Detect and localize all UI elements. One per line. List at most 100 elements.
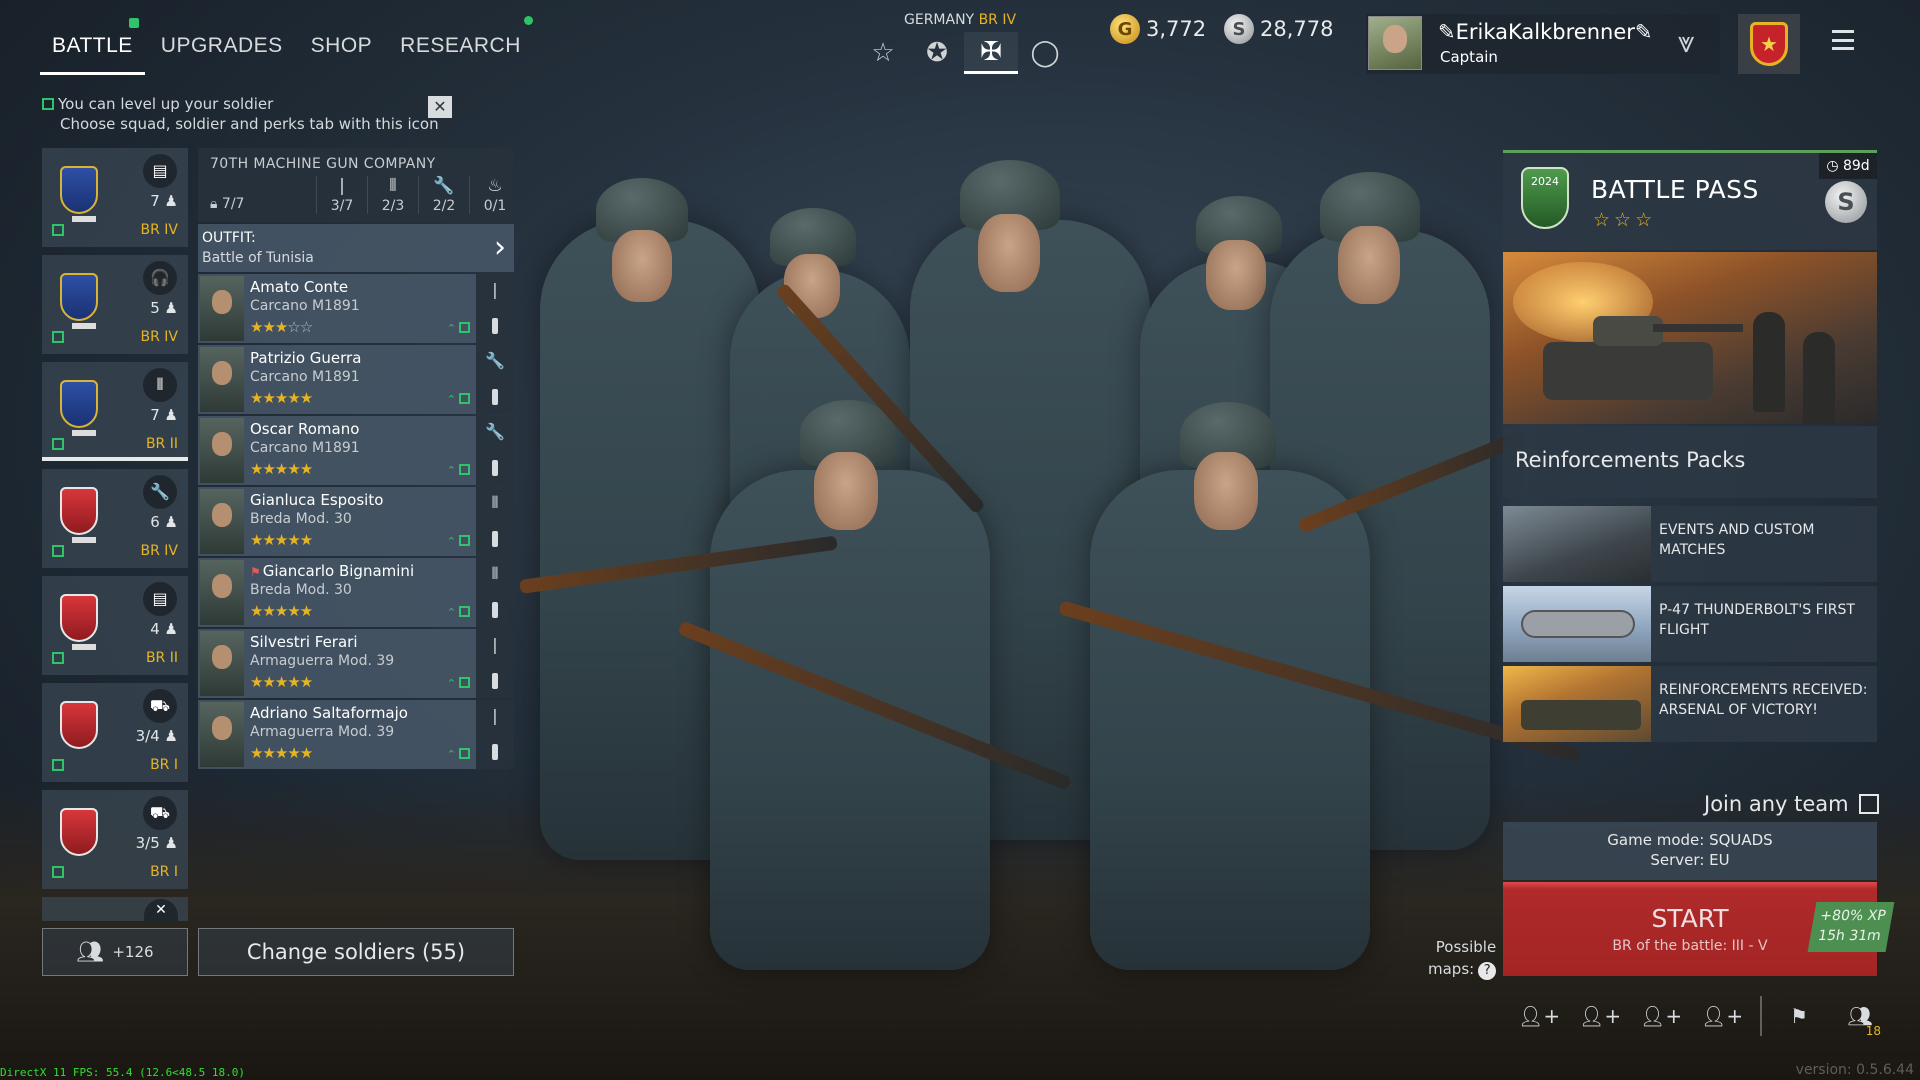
chevron-right-icon: › [494, 230, 506, 265]
change-soldiers-button[interactable]: Change soldiers (55) [198, 928, 514, 976]
squad-card-selected[interactable]: ⫴ 7 ♟ BR II [42, 362, 188, 461]
squad-emblem-icon [60, 594, 98, 642]
circle-icon[interactable]: ◯ [1018, 32, 1072, 74]
soldier-card[interactable]: Amato Conte Carcano M1891 ★★★☆☆ ⌃ [198, 274, 476, 343]
event-card[interactable]: EVENTS AND CUSTOM MATCHES [1503, 506, 1877, 582]
player-emblem[interactable]: ★ [1738, 14, 1800, 74]
squad-card[interactable]: ⛟ 3/4 ♟ BR I [42, 683, 188, 782]
player-profile[interactable]: ✎ErikaKalkbrenner✎ Captain ⩔ [1366, 14, 1720, 74]
level-up-icon: ⌃ [447, 464, 470, 477]
squad-rank-icon [72, 537, 96, 543]
tab-research[interactable]: RESEARCH [388, 16, 533, 75]
level-up-icon: ⌃ [447, 535, 470, 548]
invite-player-icon[interactable]: 👤︎+ [1571, 1004, 1629, 1028]
soldier-card[interactable]: Silvestri Ferari Armaguerra Mod. 39 ★★★★… [198, 629, 476, 698]
soldier-portrait [200, 702, 244, 767]
game-mode-info[interactable]: Game mode: SQUADS Server: EU [1503, 822, 1877, 880]
squad-count: 3/5 ♟ [135, 834, 178, 852]
reserve-soldiers-button[interactable]: 👥︎ +126 [42, 928, 188, 976]
rifleman-stat: | 3/7 [316, 176, 367, 214]
ammo-icon [492, 318, 498, 334]
event-title: REINFORCEMENTS RECEIVED: ARSENAL OF VICT… [1659, 682, 1868, 718]
machine-gun-squad-icon: ⫴ [143, 368, 177, 402]
squad-card[interactable]: 🎧 5 ♟ BR IV [42, 255, 188, 354]
flag-icon[interactable]: ⚑ [1770, 1004, 1828, 1028]
soldier-card[interactable]: Gianluca Esposito Breda Mod. 30 ★★★★★ ⌃ [198, 487, 476, 556]
invite-player-icon[interactable]: 👤︎+ [1632, 1004, 1690, 1028]
reserve-count: +126 [112, 943, 154, 961]
silver-balance[interactable]: S 28,778 [1224, 14, 1333, 44]
join-any-team-checkbox[interactable] [1858, 794, 1879, 814]
soldier-face [612, 230, 672, 302]
squad-card[interactable]: ▤ 7 ♟ BR IV [42, 148, 188, 247]
event-card[interactable]: REINFORCEMENTS RECEIVED: ARSENAL OF VICT… [1503, 666, 1877, 742]
outfit-selector[interactable]: OUTFIT: Battle of Tunisia › [198, 224, 514, 272]
soldier-card[interactable]: Adriano Saltaformajo Armaguerra Mod. 39 … [198, 700, 476, 769]
soldier-rating: ★★★★★ [250, 673, 313, 691]
gold-balance[interactable]: G 3,772 [1110, 14, 1206, 44]
menu-icon[interactable] [1832, 30, 1854, 50]
soldier-class: 🔧 [476, 416, 514, 485]
fps-counter: DirectX 11 FPS: 55.4 (12.6<48.5 18.0) [0, 1066, 246, 1079]
soldier-rating: ★★★★★ [250, 744, 313, 762]
help-icon[interactable]: ? [1478, 962, 1497, 980]
join-any-team-toggle[interactable]: Join any team [1704, 792, 1879, 816]
soldier-name: Patrizio Guerra [250, 349, 362, 367]
friends-count: 18 [1865, 1024, 1881, 1038]
tab-upgrades[interactable]: UPGRADES [149, 26, 295, 75]
invite-player-icon[interactable]: 👤︎+ [1693, 1004, 1751, 1028]
soldier-card[interactable]: Oscar Romano Carcano M1891 ★★★★★ ⌃ [198, 416, 476, 485]
ammo-icon [492, 673, 498, 689]
invite-player-icon[interactable]: 👤︎+ [1510, 1004, 1568, 1028]
squad-card-partial[interactable]: ✕ [42, 897, 188, 921]
battle-pass-banner[interactable] [1503, 252, 1877, 424]
squad-emblem-icon [60, 487, 98, 535]
event-card[interactable]: P-47 THUNDERBOLT'S FIRST FLIGHT [1503, 586, 1877, 662]
soldier-row[interactable]: Patrizio Guerra Carcano M1891 ★★★★★ ⌃ 🔧 [198, 345, 514, 414]
trooper-illustration [1753, 312, 1785, 412]
soldier-row[interactable]: Silvestri Ferari Armaguerra Mod. 39 ★★★★… [198, 629, 514, 698]
ammo-icon [492, 531, 498, 547]
possible-maps[interactable]: Possible maps:? [1428, 936, 1497, 980]
soldier-weapon: Armaguerra Mod. 39 [250, 653, 395, 669]
soldier-weapon: Breda Mod. 30 [250, 511, 352, 527]
squad-count: 6 ♟ [150, 513, 178, 531]
nation-name: GERMANY [904, 12, 975, 28]
soldier-card[interactable]: ⚑ Giancarlo Bignamini Breda Mod. 30 ★★★★★… [198, 558, 476, 627]
rifle-icon: | [492, 706, 498, 725]
soldier-row[interactable]: Amato Conte Carcano M1891 ★★★☆☆ ⌃ | [198, 274, 514, 343]
soldier-row[interactable]: Gianluca Esposito Breda Mod. 30 ★★★★★ ⌃ … [198, 487, 514, 556]
possible-maps-line-1: Possible [1435, 938, 1497, 956]
star-badge-icon[interactable]: ✪ [910, 32, 964, 74]
tab-shop[interactable]: SHOP [299, 26, 385, 75]
close-hint-button[interactable]: ✕ [428, 96, 452, 118]
silver-amount: 28,778 [1260, 17, 1334, 41]
tab-shop-label: SHOP [310, 34, 373, 57]
squad-card[interactable]: ▤ 4 ♟ BR II [42, 576, 188, 675]
divider [1760, 996, 1762, 1036]
tank-illustration [1543, 316, 1743, 400]
battle-pass-card[interactable]: 2024 BATTLE PASS ☆☆☆ ◷ 89d S [1503, 150, 1877, 250]
battle-pass-timer: ◷ 89d [1819, 153, 1877, 179]
squad-card[interactable]: 🔧 6 ♟ BR IV [42, 469, 188, 568]
soldier-weapon: Breda Mod. 30 [250, 582, 352, 598]
squad-br: BR II [145, 650, 178, 666]
soldier-rating: ★★★★★ [250, 602, 313, 620]
join-any-team-label: Join any team [1704, 792, 1849, 816]
ammo-icon [492, 460, 498, 476]
nation-label: GERMANY BR IV [904, 12, 1016, 28]
iron-cross-icon[interactable]: ✠ [964, 32, 1018, 74]
reinforcements-packs[interactable]: Reinforcements Packs [1503, 426, 1877, 498]
tab-battle[interactable]: BATTLE [40, 18, 145, 75]
star-outline-icon[interactable]: ☆ [856, 32, 910, 74]
friends-icon[interactable]: 👥︎ 18 [1831, 1004, 1889, 1038]
soldier-row[interactable]: Adriano Saltaformajo Armaguerra Mod. 39 … [198, 700, 514, 769]
soldier-row[interactable]: ⚑ Giancarlo Bignamini Breda Mod. 30 ★★★★★… [198, 558, 514, 627]
tank-squad-icon: ⛟ [143, 689, 177, 723]
soldier-card[interactable]: Patrizio Guerra Carcano M1891 ★★★★★ ⌃ [198, 345, 476, 414]
soldier-row[interactable]: Oscar Romano Carcano M1891 ★★★★★ ⌃ 🔧 [198, 416, 514, 485]
squad-card[interactable]: ⛟ 3/5 ♟ BR I [42, 790, 188, 889]
ammo-belt-icon: ⫴ [491, 564, 499, 583]
soldier-rating: ★★★★★ [250, 389, 313, 407]
trooper-illustration [1803, 332, 1835, 424]
